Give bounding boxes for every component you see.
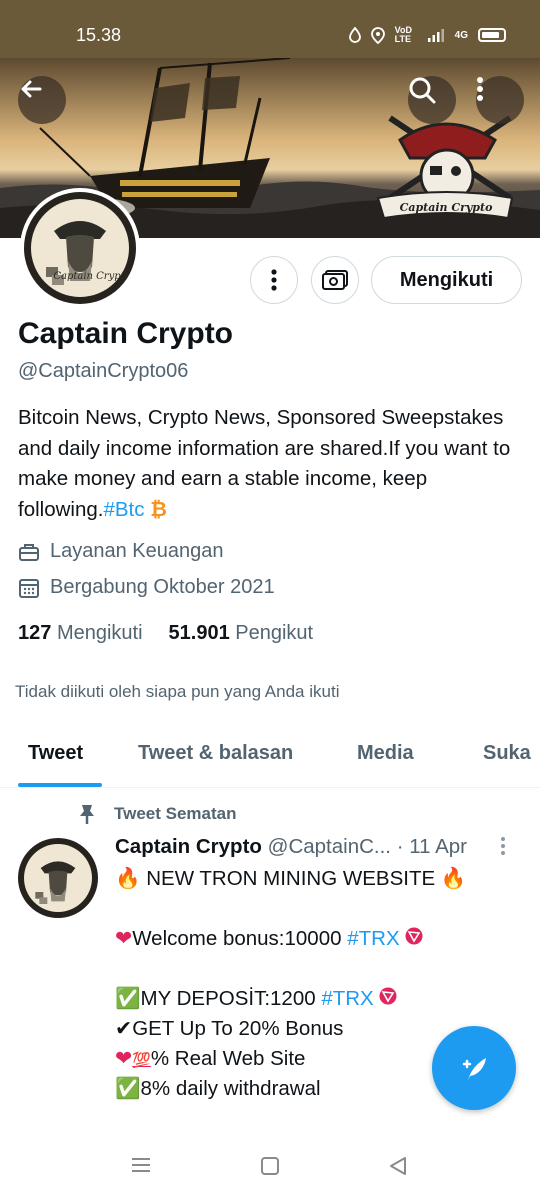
red-heart-icon: ❤ — [115, 926, 133, 950]
tron-logo-icon — [379, 987, 397, 1005]
bitcoin-emoji: ₿ — [150, 497, 167, 521]
compose-feather-icon — [462, 1058, 486, 1080]
followers-count: 51.901 — [168, 622, 230, 644]
tweet-line-1-text: NEW TRON MINING WEBSITE — [146, 867, 436, 890]
back-button[interactable] — [18, 76, 66, 124]
avatar-text: Captain Crypto — [53, 271, 128, 282]
tweet-line-1: 🔥 NEW TRON MINING WEBSITE 🔥 — [115, 866, 466, 891]
following-link[interactable]: 127 Mengikuti — [18, 622, 143, 645]
tweet-line-5-text: % Real Web Site — [150, 1047, 306, 1070]
calendar-icon — [19, 578, 39, 598]
tweet-line-2: ❤Welcome bonus:10000 #TRX — [115, 926, 423, 951]
check-mark-icon: ✔ — [115, 1016, 133, 1040]
water-drop-icon — [348, 27, 361, 43]
tweet-author-handle: @CaptainC... — [267, 835, 392, 858]
bio-text: Bitcoin News, Crypto News, Sponsored Swe… — [18, 406, 511, 521]
briefcase-icon — [19, 543, 39, 561]
location-icon — [370, 26, 385, 44]
tweet-author-avatar[interactable] — [18, 838, 98, 918]
tweet-header: Captain Crypto @CaptainC... · 11 Apr — [115, 835, 467, 859]
pinned-label-row: Tweet Sematan — [78, 803, 237, 825]
check-mark-box-icon: ✅ — [115, 1076, 141, 1100]
more-vertical-icon — [271, 269, 277, 291]
tron-logo-icon — [405, 927, 423, 945]
follow-counts: 127 Mengikuti 51.901 Pengikut — [18, 622, 313, 645]
profile-joined: Bergabung Oktober 2021 — [18, 576, 275, 599]
search-icon — [409, 77, 436, 104]
followers-label: Pengikut — [235, 622, 314, 644]
status-icons: VoD LTE 4G — [348, 25, 506, 44]
fire-icon: 🔥 — [115, 866, 141, 890]
tweet-line-4: ✔GET Up To 20% Bonus — [115, 1016, 343, 1041]
profile-category: Layanan Keuangan — [18, 540, 224, 563]
bio-hashtag[interactable]: #Btc — [103, 498, 144, 521]
tab-media[interactable]: Media — [357, 742, 414, 765]
category-text: Layanan Keuangan — [50, 540, 224, 562]
tab-tweet[interactable]: Tweet — [28, 742, 83, 765]
tip-button[interactable] — [311, 256, 359, 304]
more-vertical-icon — [501, 837, 505, 855]
tab-tweet-replies[interactable]: Tweet & balasan — [138, 742, 293, 765]
tweet-author-name[interactable]: Captain Crypto — [115, 835, 262, 858]
tweet-line-3-text: MY DEPOSİT:1200 — [140, 987, 316, 1010]
money-icon — [322, 270, 348, 290]
home-square-icon[interactable] — [260, 1156, 280, 1176]
tweet-line-4-text: GET Up To 20% Bonus — [132, 1017, 344, 1040]
system-nav-bar — [0, 1132, 540, 1200]
logo-text: Captain Crypto — [400, 201, 493, 214]
more-vertical-icon — [477, 77, 483, 101]
network-label: VoD LTE — [394, 25, 412, 44]
following-count: 127 — [18, 622, 52, 644]
fire-icon: 🔥 — [440, 866, 467, 890]
tweet-hashtag-trx[interactable]: #TRX — [321, 987, 373, 1010]
menu-icon[interactable] — [130, 1156, 152, 1174]
hundred-points-icon: 💯 — [132, 1051, 151, 1069]
compose-tweet-button[interactable] — [432, 1026, 516, 1110]
signal-icon — [427, 29, 444, 42]
profile-tabs: Tweet Tweet & balasan Media Suka — [0, 726, 540, 788]
profile-more-button[interactable] — [250, 256, 298, 304]
profile-name: Captain Crypto — [18, 317, 234, 350]
signal-label: 4G — [454, 29, 468, 41]
profile-handle: @CaptainCrypto06 — [18, 360, 189, 382]
tweet-line-6: ✅8% daily withdrawal — [115, 1076, 321, 1101]
red-heart-icon: ❤ — [115, 1046, 133, 1070]
status-time: 15.38 — [76, 25, 122, 45]
pirate-avatar-image: Captain Crypto — [45, 221, 128, 286]
pinned-label: Tweet Sematan — [114, 804, 237, 823]
tab-likes[interactable]: Suka — [483, 742, 531, 765]
tweet-line-3: ✅MY DEPOSİT:1200 #TRX — [115, 986, 397, 1011]
check-mark-box-icon: ✅ — [115, 986, 141, 1010]
profile-avatar[interactable]: Captain Crypto — [20, 188, 140, 308]
following-label: Mengikuti — [56, 622, 143, 644]
back-triangle-icon[interactable] — [388, 1156, 408, 1176]
battery-icon — [478, 28, 506, 42]
search-button[interactable] — [408, 76, 456, 124]
tweet-more-button[interactable] — [500, 836, 506, 861]
tweet-line-5: ❤💯% Real Web Site — [115, 1046, 305, 1071]
tweet-line-6-text: 8% daily withdrawal — [140, 1077, 321, 1100]
more-options-button[interactable] — [476, 76, 524, 124]
tweet-line-2-text: Welcome bonus:10000 — [132, 927, 342, 950]
joined-text: Bergabung Oktober 2021 — [50, 576, 275, 598]
status-bar: 15.38 VoD LTE 4G — [0, 0, 540, 58]
following-button[interactable]: Mengikuti — [371, 256, 522, 304]
active-tab-indicator — [18, 783, 102, 787]
pin-icon — [80, 805, 94, 824]
pirate-avatar-small — [35, 861, 76, 905]
tweet-date: · 11 Apr — [396, 835, 467, 858]
back-arrow-icon — [21, 80, 42, 98]
tweet-hashtag-trx[interactable]: #TRX — [347, 927, 399, 950]
profile-bio: Bitcoin News, Crypto News, Sponsored Swe… — [18, 403, 518, 525]
followers-link[interactable]: 51.901 Pengikut — [169, 622, 314, 645]
not-followed-note: Tidak diikuti oleh siapa pun yang Anda i… — [15, 682, 340, 701]
